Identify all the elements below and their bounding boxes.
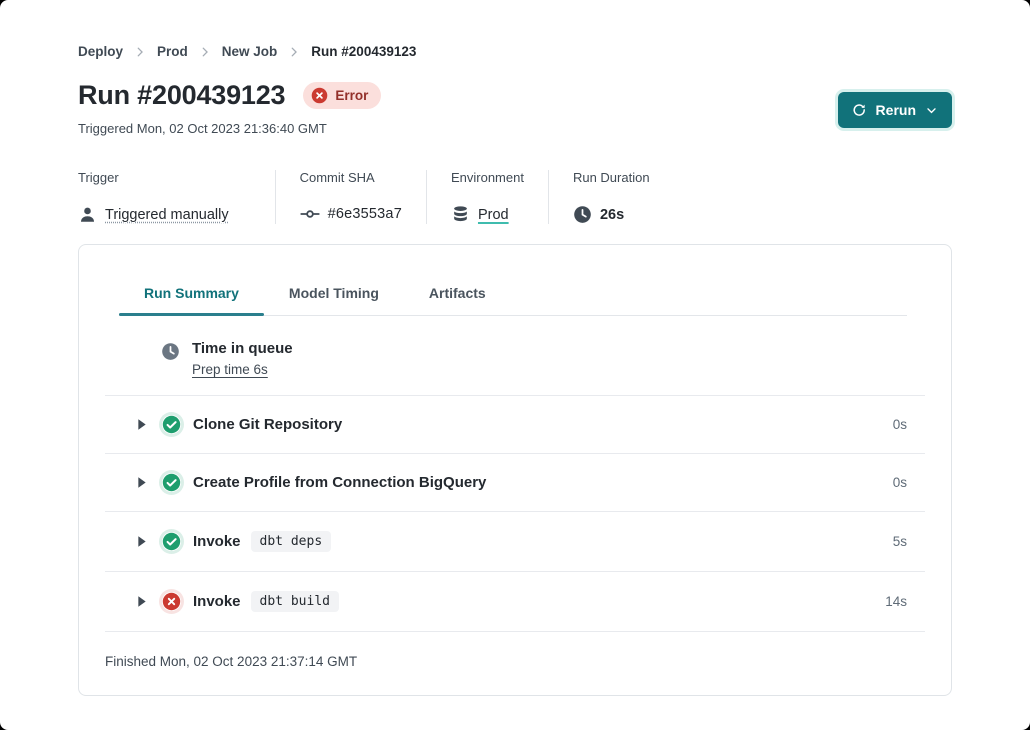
error-icon bbox=[162, 592, 181, 611]
run-summary-card: Run Summary Model Timing Artifacts Time … bbox=[78, 244, 952, 696]
page-title: Run #200439123 bbox=[78, 80, 285, 111]
status-badge-label: Error bbox=[335, 88, 368, 103]
commit-icon bbox=[300, 204, 320, 224]
commit-sha-value: #6e3553a7 bbox=[328, 206, 402, 222]
breadcrumb-run-id: Run #200439123 bbox=[311, 44, 416, 59]
run-duration-value: 26s bbox=[600, 207, 624, 223]
step-row-dbt-build: Invoke dbt build 14s bbox=[105, 572, 925, 632]
header: Deploy Prod New Job Run #200439123 Run #… bbox=[0, 0, 1030, 136]
tab-model-timing[interactable]: Model Timing bbox=[264, 285, 404, 315]
meta-label: Run Duration bbox=[573, 170, 650, 185]
step-duration: 0s bbox=[893, 417, 907, 432]
person-icon bbox=[78, 205, 97, 224]
x-circle-icon bbox=[311, 87, 328, 104]
success-icon bbox=[162, 415, 181, 434]
chevron-right-icon bbox=[133, 45, 147, 59]
expand-caret-icon[interactable] bbox=[137, 535, 147, 548]
trigger-value[interactable]: Triggered manually bbox=[105, 207, 229, 223]
step-row-clone-git: Clone Git Repository 0s bbox=[105, 396, 925, 454]
queue-title: Time in queue bbox=[192, 340, 293, 357]
run-detail-page: Deploy Prod New Job Run #200439123 Run #… bbox=[0, 0, 1030, 730]
breadcrumb-prod[interactable]: Prod bbox=[157, 44, 188, 59]
step-name: Invoke bbox=[193, 533, 241, 550]
rerun-button[interactable]: Rerun bbox=[838, 92, 952, 128]
meta-run-duration: Run Duration 26s bbox=[573, 170, 650, 224]
success-icon bbox=[162, 532, 181, 551]
step-duration: 0s bbox=[893, 475, 907, 490]
meta-trigger: Trigger Triggered manually bbox=[78, 170, 251, 224]
clock-icon bbox=[161, 342, 180, 361]
divider bbox=[275, 170, 276, 224]
rerun-button-label: Rerun bbox=[876, 102, 916, 118]
prep-time-link[interactable]: Prep time 6s bbox=[192, 362, 268, 377]
chevron-down-icon bbox=[925, 104, 938, 117]
step-name: Create Profile from Connection BigQuery bbox=[193, 474, 486, 491]
database-icon bbox=[451, 205, 470, 224]
time-in-queue-row: Time in queue Prep time 6s bbox=[105, 316, 925, 396]
meta-label: Commit SHA bbox=[300, 170, 402, 185]
step-duration: 5s bbox=[893, 534, 907, 549]
breadcrumb: Deploy Prod New Job Run #200439123 bbox=[78, 44, 952, 59]
meta-label: Environment bbox=[451, 170, 524, 185]
divider bbox=[426, 170, 427, 224]
title-row: Run #200439123 Error bbox=[78, 80, 952, 111]
step-name: Invoke bbox=[193, 593, 241, 610]
breadcrumb-new-job[interactable]: New Job bbox=[222, 44, 278, 59]
tab-artifacts[interactable]: Artifacts bbox=[404, 285, 511, 315]
expand-caret-icon[interactable] bbox=[137, 595, 147, 608]
step-duration: 14s bbox=[885, 594, 907, 609]
tabs: Run Summary Model Timing Artifacts bbox=[119, 285, 907, 316]
triggered-timestamp: Triggered Mon, 02 Oct 2023 21:36:40 GMT bbox=[78, 121, 952, 136]
chevron-right-icon bbox=[287, 45, 301, 59]
environment-link[interactable]: Prod bbox=[478, 207, 509, 223]
meta-commit-sha: Commit SHA #6e3553a7 bbox=[300, 170, 402, 224]
clock-icon bbox=[573, 205, 592, 224]
step-row-create-profile: Create Profile from Connection BigQuery … bbox=[105, 454, 925, 512]
step-command-chip: dbt build bbox=[251, 591, 339, 612]
step-name: Clone Git Repository bbox=[193, 416, 342, 433]
expand-caret-icon[interactable] bbox=[137, 418, 147, 431]
meta-label: Trigger bbox=[78, 170, 229, 185]
refresh-icon bbox=[852, 103, 867, 118]
metadata-strip: Trigger Triggered manually Commit SHA #6… bbox=[78, 170, 952, 224]
step-row-dbt-deps: Invoke dbt deps 5s bbox=[105, 512, 925, 572]
divider bbox=[548, 170, 549, 224]
status-badge: Error bbox=[303, 82, 381, 109]
expand-caret-icon[interactable] bbox=[137, 476, 147, 489]
tab-run-summary[interactable]: Run Summary bbox=[119, 285, 264, 315]
success-icon bbox=[162, 473, 181, 492]
chevron-right-icon bbox=[198, 45, 212, 59]
finished-timestamp: Finished Mon, 02 Oct 2023 21:37:14 GMT bbox=[105, 632, 925, 695]
meta-environment: Environment Prod bbox=[451, 170, 524, 224]
step-command-chip: dbt deps bbox=[251, 531, 332, 552]
breadcrumb-deploy[interactable]: Deploy bbox=[78, 44, 123, 59]
step-list: Time in queue Prep time 6s Clone Git Rep… bbox=[105, 316, 925, 632]
